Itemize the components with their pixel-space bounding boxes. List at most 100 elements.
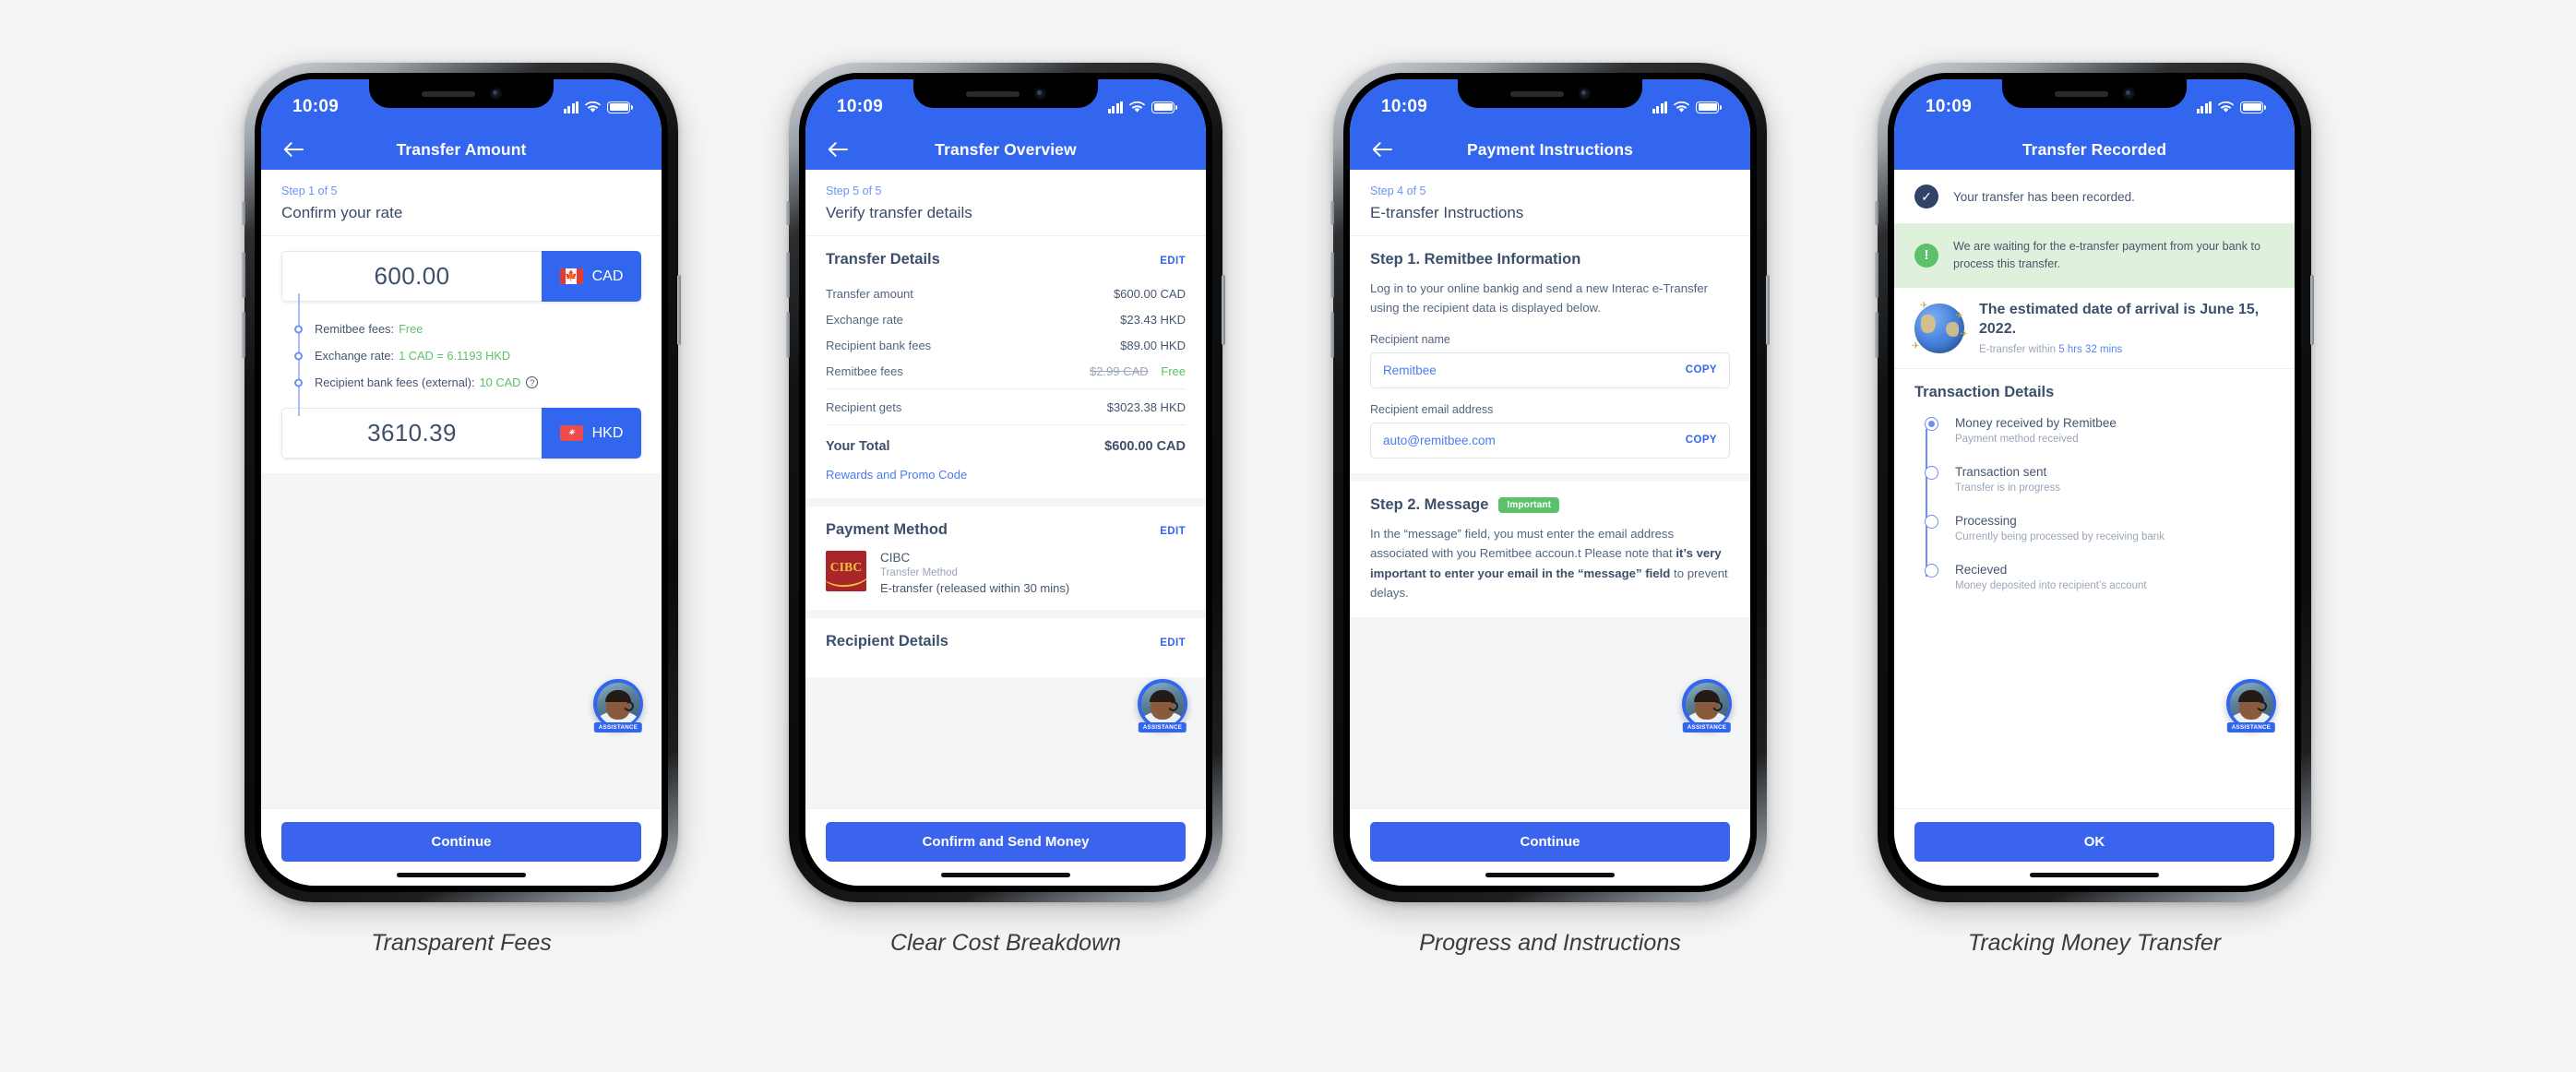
fee-item-bank-fees: Recipient bank fees (external): 10 CAD ?: [294, 369, 641, 396]
volume-up-button[interactable]: [786, 252, 790, 298]
step2-body: In the “message” field, you must enter t…: [1370, 524, 1730, 603]
nav-bar: Transfer Recorded: [1894, 129, 2295, 170]
page-title: Payment Instructions: [1467, 139, 1633, 159]
transaction-details-card: Transaction Details Money received by Re…: [1894, 368, 2295, 609]
device-bezel: 10:09 Transfer Amount Step 1 of 5 Confir…: [255, 73, 668, 892]
detail-row-remitbee-fees: Remitbee fees $2.99 CAD Free: [826, 358, 1186, 384]
silent-switch[interactable]: [242, 201, 245, 225]
back-arrow-icon[interactable]: [826, 137, 850, 161]
volume-down-button[interactable]: [1330, 312, 1334, 358]
page-title: Transfer Amount: [396, 139, 527, 159]
home-indicator[interactable]: [941, 873, 1070, 877]
status-bar: 10:09: [1894, 79, 2295, 129]
recipient-name-field[interactable]: Remitbee COPY: [1370, 351, 1730, 388]
silent-switch[interactable]: [1330, 201, 1334, 225]
fee-item-exchange-rate: Exchange rate: 1 CAD = 6.1193 HKD: [294, 342, 641, 369]
recipient-email-value: auto@remitbee.com: [1383, 433, 1496, 447]
recipient-email-field[interactable]: auto@remitbee.com COPY: [1370, 422, 1730, 459]
power-button[interactable]: [2310, 275, 2314, 345]
notch: [369, 79, 554, 108]
timeline-dot-icon: [1925, 515, 1938, 530]
assistance-button[interactable]: ASSISTANCE: [593, 679, 643, 733]
transaction-details-title: Transaction Details: [1914, 384, 2055, 401]
help-icon[interactable]: ?: [526, 376, 539, 388]
bullet-icon: [294, 325, 303, 333]
step2-body-part1: In the “message” field, you must enter t…: [1370, 526, 1676, 561]
step-header: Step 1 of 5 Confirm your rate: [261, 170, 662, 236]
waiting-note-text: We are waiting for the e-transfer paymen…: [1953, 240, 2260, 270]
rate-card: 600.00 🍁 CAD Remitbee fees: Free Exchang…: [261, 236, 662, 473]
volume-up-button[interactable]: [1875, 252, 1878, 298]
agent-avatar: [1140, 682, 1185, 726]
recipient-details-card: Recipient Details EDIT: [805, 618, 1206, 677]
send-currency-selector[interactable]: 🍁 CAD: [542, 251, 641, 302]
silent-switch[interactable]: [786, 201, 790, 225]
bank-name: CIBC: [880, 551, 911, 565]
silent-switch[interactable]: [1875, 201, 1878, 225]
power-button[interactable]: [677, 275, 681, 345]
power-button[interactable]: [1222, 275, 1225, 345]
fee-value: 10 CAD: [479, 375, 521, 389]
section-title: Recipient Details: [826, 633, 948, 649]
ok-button[interactable]: OK: [1914, 822, 2274, 862]
home-indicator[interactable]: [1485, 873, 1615, 877]
eta-title: The estimated date of arrival is June 15…: [1979, 301, 2260, 337]
power-button[interactable]: [1766, 275, 1770, 345]
wifi-icon: [2218, 101, 2234, 113]
edit-recipient-details-button[interactable]: EDIT: [1160, 637, 1186, 649]
timeline-title: Money received by Remitbee: [1955, 416, 2117, 431]
edit-transfer-details-button[interactable]: EDIT: [1160, 256, 1186, 267]
timeline-dot-active-icon: [1925, 417, 1938, 432]
signal-icon: [1652, 101, 1667, 113]
receive-amount-input[interactable]: 3610.39: [281, 408, 542, 459]
exclamation-icon: !: [1914, 243, 1938, 268]
fee-label: Remitbee fees:: [315, 322, 395, 336]
step-title: E-transfer Instructions: [1370, 204, 1524, 221]
step1-card: Step 1. Remitbee Information Log in to y…: [1350, 236, 1750, 473]
volume-down-button[interactable]: [1875, 312, 1878, 358]
earpiece-speaker: [1509, 90, 1564, 97]
home-indicator[interactable]: [397, 873, 526, 877]
volume-down-button[interactable]: [786, 312, 790, 358]
rewards-promo-link[interactable]: Rewards and Promo Code: [826, 459, 1186, 483]
status-bar: 10:09: [805, 79, 1206, 129]
wifi-icon: [1674, 101, 1689, 113]
volume-down-button[interactable]: [242, 312, 245, 358]
status-indicators: [1107, 101, 1177, 113]
continue-button[interactable]: Continue: [1370, 822, 1730, 862]
back-arrow-icon[interactable]: [1370, 137, 1394, 161]
total-label: Your Total: [826, 439, 890, 454]
step-title: Verify transfer details: [826, 204, 972, 221]
eta-text: The estimated date of arrival is June 15…: [1979, 301, 2274, 356]
fee-breakdown-list: Remitbee fees: Free Exchange rate: 1 CAD…: [294, 293, 641, 416]
confirm-send-money-button[interactable]: Confirm and Send Money: [826, 822, 1186, 862]
volume-up-button[interactable]: [242, 252, 245, 298]
timeline-dot-icon: [1925, 466, 1938, 481]
send-amount-input[interactable]: 600.00: [281, 251, 542, 302]
assistance-button[interactable]: ASSISTANCE: [1138, 679, 1187, 733]
copy-name-button[interactable]: COPY: [1686, 364, 1717, 375]
status-bar: 10:09: [1350, 79, 1750, 129]
receive-currency-code: HKD: [591, 424, 624, 441]
agent-avatar: [1685, 682, 1729, 726]
row-value: $600.00 CAD: [1113, 286, 1186, 301]
assistance-button[interactable]: ASSISTANCE: [1682, 679, 1732, 733]
volume-up-button[interactable]: [1330, 252, 1334, 298]
copy-email-button[interactable]: COPY: [1686, 435, 1717, 446]
step2-card: Step 2. Message Important In the “messag…: [1350, 481, 1750, 618]
front-camera-icon: [2122, 88, 2135, 100]
row-label: Recipient bank fees: [826, 338, 932, 352]
edit-payment-method-button[interactable]: EDIT: [1160, 526, 1186, 537]
home-indicator[interactable]: [2030, 873, 2159, 877]
eta-sub-value: 5 hrs 32 mins: [2058, 344, 2123, 356]
receive-currency-selector[interactable]: ✷ HKD: [542, 408, 641, 459]
assistance-button[interactable]: ASSISTANCE: [2226, 679, 2276, 733]
recorded-message: Your transfer has been recorded.: [1953, 189, 2135, 204]
back-arrow-icon[interactable]: [281, 137, 305, 161]
section-title: Transfer Details: [826, 251, 940, 268]
continue-button[interactable]: Continue: [281, 822, 641, 862]
caption-1: Transparent Fees: [371, 930, 552, 956]
timeline-step: Money received by Remitbee Payment metho…: [1920, 416, 2274, 465]
device-bezel: 10:09 Transfer Recorded ✓ Your transfer …: [1888, 73, 2301, 892]
signal-icon: [2196, 101, 2212, 113]
